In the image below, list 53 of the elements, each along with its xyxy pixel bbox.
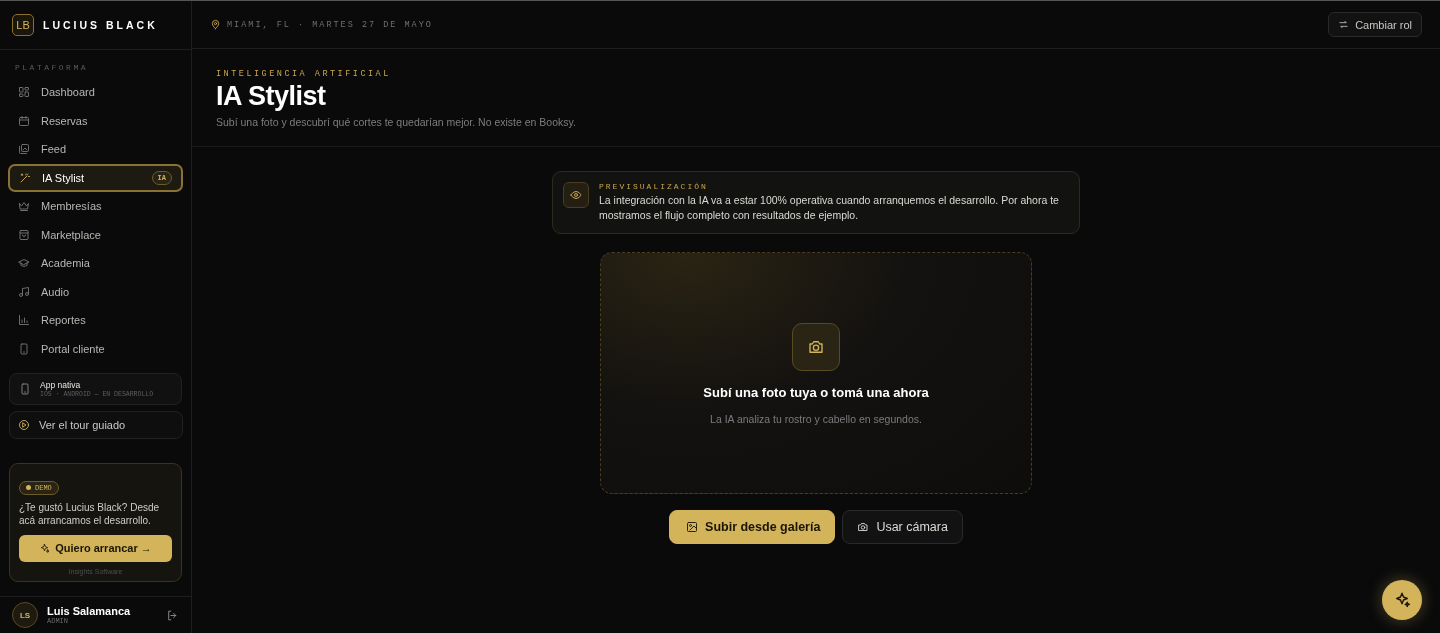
start-button[interactable]: Quiero arrancar →	[19, 534, 172, 562]
nav-item[interactable]: Feed	[8, 135, 183, 164]
upload-hint: La IA analiza tu rostro y cabello en segundos.	[710, 413, 922, 425]
page-eyebrow: INTELIGENCIA ARTIFICIAL	[216, 69, 392, 79]
notice-text: La integración con la IA va a estar 100% operativa cuando arranquemos el desarrollo. Por ahora te mostramos el flujo completo con resultados de ejemplo.	[599, 193, 1060, 222]
crown-icon	[18, 200, 30, 213]
camera-button[interactable]: Usar cámara	[842, 510, 963, 544]
brand-name: LUCIUS BLACK	[43, 19, 158, 31]
assistant-button[interactable]	[1382, 580, 1422, 620]
nav-item[interactable]: Portal cliente	[8, 334, 183, 363]
notice-title: PREVISUALIZACIÓN	[599, 182, 709, 191]
nav-item[interactable]: Reportes	[8, 306, 183, 335]
brand-logo: LB	[12, 14, 34, 36]
tour-button[interactable]: Ver el tour guiado	[9, 411, 183, 439]
upload-title: Subí una foto tuya o tomá una ahora	[703, 385, 929, 400]
play-icon	[18, 419, 30, 431]
section-label: PLATAFORMA	[14, 62, 89, 74]
eye-icon	[570, 189, 582, 201]
swap-icon	[1338, 19, 1350, 30]
page-subtitle: Subí una foto y descubrí qué cortes te quedarían mejor. No existe en Booksy.	[216, 116, 577, 128]
images-icon	[18, 143, 30, 156]
camera-icon	[807, 338, 825, 356]
nav-item[interactable]: Dashboard	[8, 78, 183, 107]
shopping-bag-icon	[18, 228, 30, 241]
demo-text: ¿Te gustó Lucius Black? Desde acá arrancamos el desarrollo.	[19, 500, 161, 527]
location-pin-icon	[210, 19, 221, 30]
graduation-cap-icon	[18, 257, 30, 270]
sparkle-icon	[39, 542, 51, 554]
location-date: MIAMI, FL · MARTES 27 DE MAYO	[227, 19, 433, 30]
gallery-upload-button[interactable]: Subir desde galería	[669, 510, 836, 544]
switch-role-button[interactable]: Cambiar rol	[1328, 12, 1422, 37]
music-note-icon	[18, 285, 30, 298]
calendar-icon	[18, 114, 30, 127]
sparkle-icon	[1393, 591, 1411, 609]
nav-item[interactable]: Audio	[8, 277, 183, 306]
upload-dropzone[interactable]: Subí una foto tuya o tomá una ahora La IA analiza tu rostro y cabello en segundos.	[600, 252, 1032, 494]
nav-item[interactable]: Academia	[8, 249, 183, 278]
page-title: IA Stylist	[216, 81, 327, 112]
camera-icon	[857, 521, 870, 533]
app-card-title: App nativa	[40, 380, 82, 390]
nav-item[interactable]: Marketplace	[8, 220, 183, 249]
bar-chart-icon	[18, 314, 30, 327]
user-avatar: LS	[12, 602, 38, 628]
user-name: Luis Salamanca	[47, 605, 132, 617]
logout-icon	[166, 608, 179, 622]
smartphone-icon	[18, 342, 30, 355]
logout-button[interactable]	[166, 608, 179, 622]
image-icon	[686, 521, 699, 533]
nav-item[interactable]: Reservas	[8, 106, 183, 135]
magic-wand-icon	[19, 171, 31, 184]
smartphone-icon	[19, 383, 31, 395]
nav-item[interactable]: Membresías	[8, 192, 183, 221]
grid-icon	[18, 86, 30, 99]
